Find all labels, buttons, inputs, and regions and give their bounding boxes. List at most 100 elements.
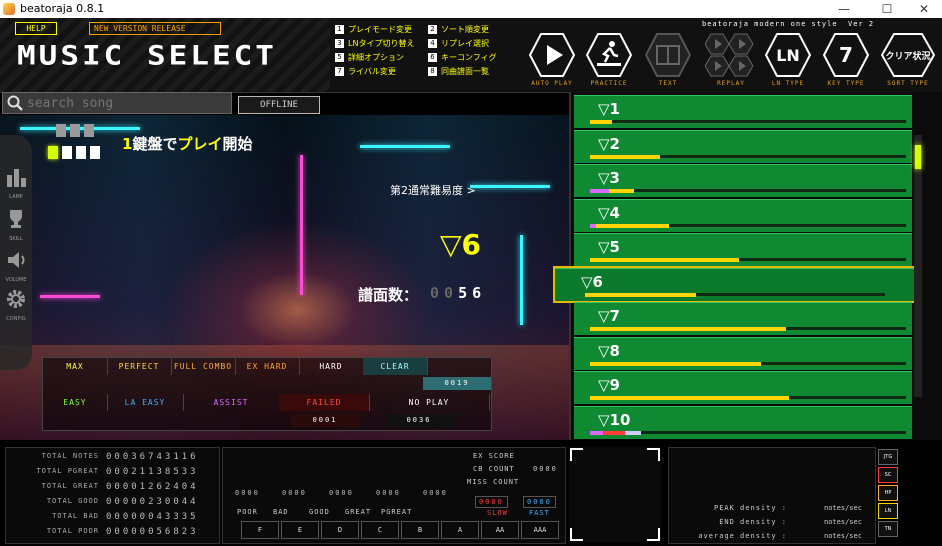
neon-light — [470, 185, 550, 188]
key-hint: 8 同曲譜面一覧 — [428, 66, 489, 77]
clear-rate-bar — [590, 396, 789, 400]
search-box[interactable] — [2, 92, 232, 114]
key-hint-label: ライバル変更 — [348, 67, 396, 76]
slow-label: SLOW — [487, 509, 508, 517]
lamp-max: MAX — [43, 358, 108, 375]
scrollbar-thumb[interactable] — [915, 145, 921, 169]
help-button[interactable]: HELP — [15, 22, 57, 35]
song-row-selected[interactable]: ▽6 — [553, 265, 917, 303]
lamp-button[interactable]: LAMP — [3, 165, 29, 205]
book-icon — [645, 33, 691, 77]
judge-count: 0000 — [329, 489, 354, 497]
judge-label: GREAT — [345, 508, 372, 516]
new-version-button[interactable]: NEW VERSION RELEASE — [89, 22, 221, 35]
song-row[interactable]: ▽8 — [574, 336, 912, 370]
lamp-clear: CLEAR — [363, 358, 428, 375]
judge-label: POOR — [237, 508, 258, 516]
song-row[interactable]: ▽5 — [574, 233, 912, 266]
song-row[interactable]: ▽2 — [574, 129, 912, 163]
song-label: ▽8 — [598, 341, 620, 360]
chart-count-bright: 56 — [458, 284, 487, 302]
key-hint-label: LNタイプ切り替え — [348, 39, 415, 48]
replay-grid-icon — [705, 33, 754, 77]
clear-rate-bar — [596, 223, 669, 228]
close-button[interactable]: ✕ — [904, 0, 942, 18]
practice-button[interactable]: PRACTICE — [586, 32, 632, 87]
maximize-button[interactable]: ☐ — [867, 0, 907, 18]
text-button[interactable]: TEXT — [645, 32, 691, 87]
clear-rate-bar — [590, 327, 786, 331]
neon-light — [360, 145, 450, 148]
fast-label: FAST — [529, 509, 550, 517]
play-msg-suffix: 開始 — [222, 135, 253, 153]
clear-rate-bar — [609, 189, 634, 193]
song-row[interactable]: ▽4 — [574, 198, 912, 232]
key-cap: 6 — [428, 53, 437, 62]
cb-count-label: CB COUNT — [473, 465, 515, 473]
text-caption: TEXT — [658, 80, 678, 87]
lamp-no-play: NO PLAY — [369, 394, 490, 411]
song-label: ▽7 — [598, 307, 620, 325]
judge-count: 0000 — [376, 489, 401, 497]
cb-count-value: 0000 — [533, 465, 558, 473]
noplay-count: 0036 — [385, 414, 453, 427]
sort-type-button[interactable]: クリア状況 SORT TYPE — [881, 32, 935, 87]
window-title: beatoraja 0.8.1 — [20, 2, 105, 15]
song-list[interactable]: ▽1 ▽2 ▽3 ▽4 ▽5 ▽6 ▽7 ▽8 ▽9 ▽10 — [553, 92, 942, 440]
key-cell — [90, 146, 100, 159]
song-row[interactable]: ▽3 — [574, 164, 912, 197]
volume-button[interactable]: VOLUME — [3, 248, 29, 288]
stat-label: TOTAL BAD — [52, 512, 99, 520]
lamp-full-combo: FULL COMBO — [171, 358, 236, 375]
window-titlebar: beatoraja 0.8.1 — ☐ ✕ — [0, 0, 942, 18]
offline-status: OFFLINE — [238, 96, 320, 114]
lamp-assist: ASSIST — [183, 394, 280, 411]
stat-label: TOTAL NOTES — [41, 452, 99, 460]
volume-caption: VOLUME — [5, 277, 27, 283]
config-button[interactable]: CONFIG — [3, 287, 29, 327]
header: HELP NEW VERSION RELEASE MUSIC SELECT 1プ… — [0, 18, 942, 93]
difficulty-name[interactable]: 第2通常難易度 > — [390, 182, 476, 198]
stat-row: TOTAL GOOD 00000230044 — [6, 497, 219, 512]
play-key-number: 1 — [122, 135, 133, 153]
song-row[interactable]: ▽7 — [574, 302, 912, 335]
key-type-button[interactable]: 7 KEY TYPE — [823, 32, 869, 87]
song-row[interactable]: ▽9 — [574, 371, 912, 404]
stat-row: TOTAL GREAT 00001262404 — [6, 482, 219, 497]
gear-icon — [7, 290, 25, 308]
song-row[interactable]: ▽1 — [574, 95, 912, 128]
end-density-label: END density : — [719, 518, 787, 526]
key-cap: 1 — [335, 25, 344, 34]
key-cell — [56, 124, 66, 137]
search-input[interactable] — [25, 94, 229, 113]
stat-value: 00021138533 — [106, 467, 199, 477]
rank-cell: B — [401, 521, 439, 539]
clear-rate-bar — [590, 361, 761, 366]
key-type-caption: KEY TYPE — [827, 80, 865, 87]
config-caption: CONFIG — [6, 316, 26, 322]
judge-count: 0000 — [423, 489, 448, 497]
page-logo: MUSIC SELECT — [17, 40, 277, 72]
feature-tags: JTG SC HP LN TN — [878, 449, 898, 541]
rank-cell: C — [361, 521, 399, 539]
replay-button[interactable]: REPLAY — [705, 32, 757, 87]
ln-type-button[interactable]: LN LN TYPE — [765, 32, 811, 87]
skill-button[interactable]: SKILL — [3, 207, 29, 247]
song-label: ▽3 — [598, 169, 620, 187]
auto-play-button[interactable]: AUTO PLAY — [529, 32, 575, 87]
key-cap: 5 — [335, 53, 344, 62]
lamp-failed: FAILED — [279, 394, 370, 411]
minimize-button[interactable]: — — [824, 0, 864, 18]
chart-count-label: 譜面数： — [358, 286, 419, 304]
song-row[interactable]: ▽10 — [574, 405, 912, 439]
rank-cell: E — [281, 521, 319, 539]
clear-rate-bar — [590, 154, 660, 159]
fast-count: 0000 — [523, 496, 556, 508]
stat-value: 00036743116 — [106, 452, 199, 462]
tag-badge: JTG — [878, 449, 898, 465]
neon-light — [520, 235, 523, 325]
play-msg-highlight: プレイ — [177, 135, 223, 153]
judge-label: GOOD — [309, 508, 330, 516]
song-list-scrollbar[interactable] — [914, 135, 922, 397]
clear-rate-track — [590, 120, 906, 123]
